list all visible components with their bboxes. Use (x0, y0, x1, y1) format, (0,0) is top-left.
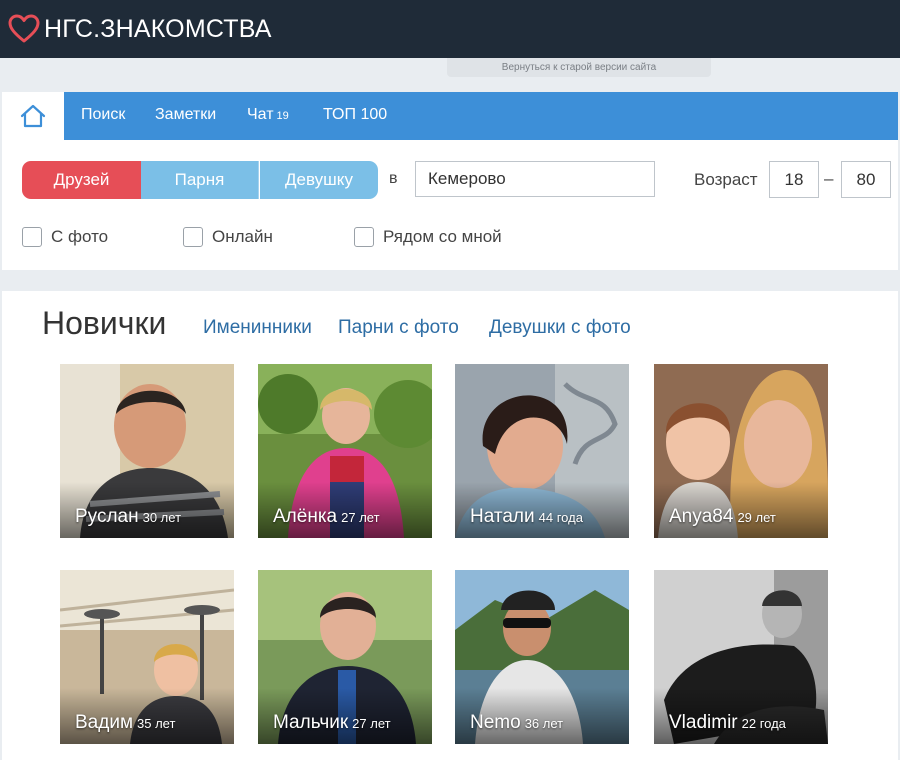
checkbox-label: С фото (51, 227, 109, 246)
birthdays-link[interactable]: Именинники (203, 317, 312, 339)
girls-with-photo-link[interactable]: Девушки с фото (489, 317, 631, 339)
profile-name: Вадим (75, 712, 134, 733)
profile-age: 29 лет (737, 510, 776, 525)
profile-caption: Руслан 30 лет (75, 506, 181, 528)
profile-card[interactable]: Руслан 30 лет (60, 364, 234, 538)
age-from-input[interactable] (769, 161, 819, 198)
profile-caption: Мальчик 27 лет (273, 712, 391, 734)
main-nav: Поиск Заметки Чат 19 ТОП 100 (2, 92, 898, 140)
profile-name: Алёнка (273, 506, 338, 527)
profile-card[interactable]: Вадим 35 лет (60, 570, 234, 744)
checkbox-box[interactable] (354, 227, 374, 247)
nav-notes[interactable]: Заметки (155, 92, 216, 140)
online-checkbox[interactable]: Онлайн (183, 227, 273, 247)
profile-name: Руслан (75, 506, 139, 527)
chat-count-badge: 19 (276, 110, 289, 122)
nearby-checkbox[interactable]: Рядом со мной (354, 227, 502, 247)
nav-chat[interactable]: Чат 19 (247, 92, 289, 140)
age-dash: – (824, 169, 834, 188)
with-photo-checkbox[interactable]: С фото (22, 227, 108, 247)
profile-caption: Vladimir 22 года (669, 712, 786, 734)
guys-with-photo-link[interactable]: Парни с фото (338, 317, 459, 339)
profile-caption: Натали 44 года (470, 506, 583, 528)
newcomers-section: Новички Именинники Парни с фото Девушки … (2, 291, 898, 760)
nav-top100[interactable]: ТОП 100 (323, 92, 387, 140)
profile-card[interactable]: Vladimir 22 года (654, 570, 828, 744)
profile-age: 36 лет (524, 716, 564, 731)
profile-age: 35 лет (137, 716, 176, 731)
checkbox-label: Рядом со мной (383, 227, 502, 246)
seek-friends-button[interactable]: Друзей (22, 161, 141, 199)
profile-card[interactable]: Натали 44 года (455, 364, 629, 538)
profile-age: 30 лет (142, 510, 182, 525)
seek-guy-button[interactable]: Парня (141, 161, 259, 199)
checkbox-label: Онлайн (212, 227, 273, 246)
profile-name: Anya84 (669, 506, 734, 527)
profile-age: 22 года (741, 716, 786, 731)
nav-search[interactable]: Поиск (81, 92, 125, 140)
profile-caption: Вадим 35 лет (75, 712, 175, 734)
in-label: в (389, 170, 398, 187)
age-to-input[interactable] (841, 161, 891, 198)
profile-card[interactable]: Алёнка 27 лет (258, 364, 432, 538)
city-input[interactable] (415, 161, 655, 197)
profile-caption: Алёнка 27 лет (273, 506, 380, 528)
profile-caption: Anya84 29 лет (669, 506, 776, 528)
profile-age: 44 года (538, 510, 583, 525)
profile-name: Натали (470, 506, 535, 527)
site-logo[interactable]: НГС.ЗНАКОМСТВА (8, 12, 272, 46)
profile-card[interactable]: Nemo 36 лет (455, 570, 629, 744)
profile-name: Мальчик (273, 712, 349, 733)
profile-age: 27 лет (341, 510, 380, 525)
profile-name: Nemo (470, 712, 521, 733)
checkbox-box[interactable] (22, 227, 42, 247)
seek-girl-button[interactable]: Девушку (260, 161, 378, 199)
old-version-link[interactable]: Вернуться к старой версии сайта (447, 58, 711, 77)
heart-icon (8, 14, 40, 43)
logo-text: НГС.ЗНАКОМСТВА (44, 14, 272, 43)
checkbox-box[interactable] (183, 227, 203, 247)
home-icon (20, 104, 46, 128)
section-title: Новички (42, 305, 167, 341)
nav-chat-label: Чат (247, 106, 274, 123)
top-header: НГС.ЗНАКОМСТВА (0, 0, 900, 58)
age-label: Возраст (694, 170, 758, 189)
nav-home-tab[interactable] (2, 92, 64, 140)
profile-name: Vladimir (669, 712, 738, 733)
profile-caption: Nemo 36 лет (470, 712, 563, 734)
profile-age: 27 лет (352, 716, 391, 731)
profile-card[interactable]: Мальчик 27 лет (258, 570, 432, 744)
search-panel: Поиск Заметки Чат 19 ТОП 100 Друзей Парня… (2, 92, 898, 270)
profile-card[interactable]: Anya84 29 лет (654, 364, 828, 538)
